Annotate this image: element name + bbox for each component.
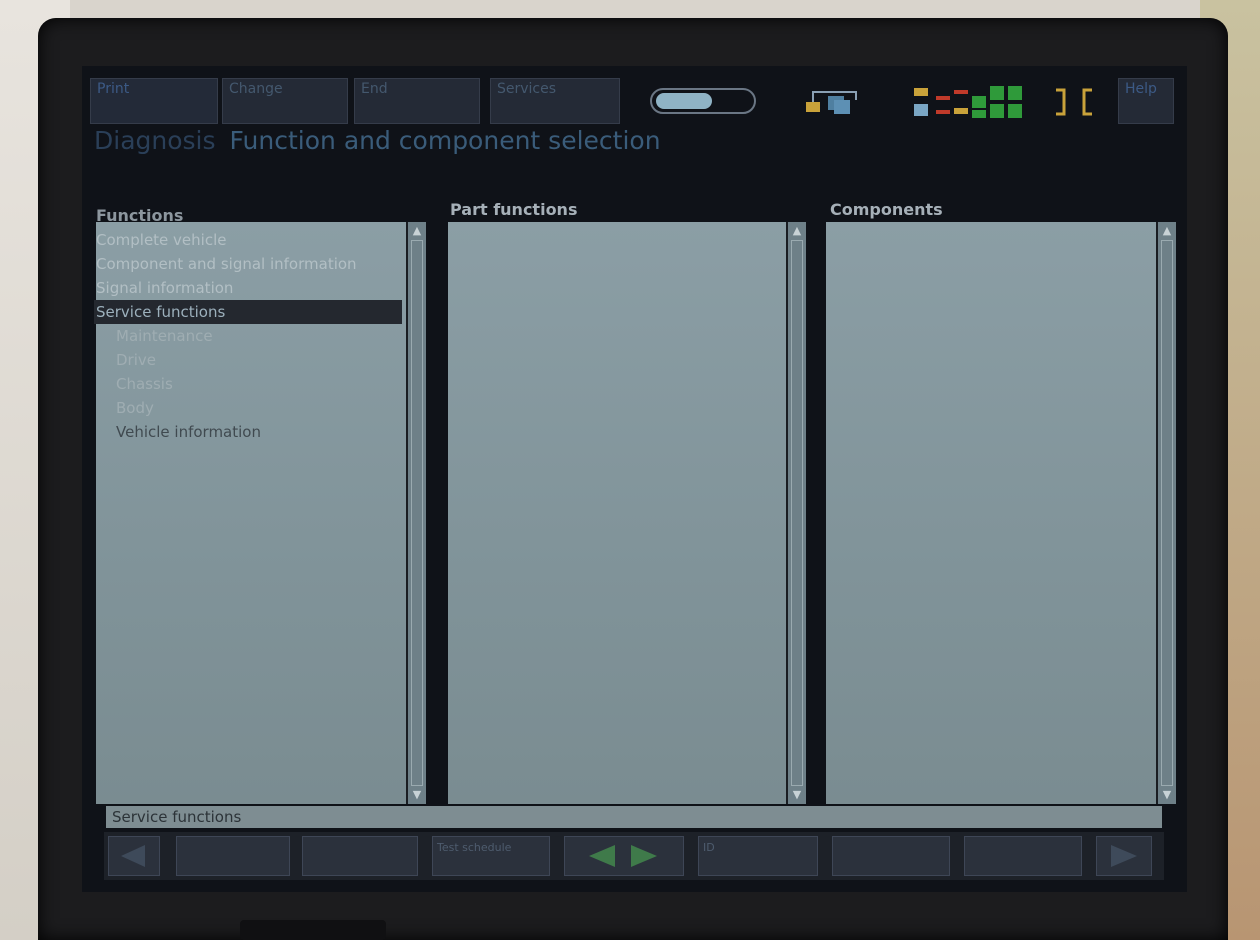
list-item[interactable]: Body [94, 396, 402, 420]
id-button[interactable]: ID [698, 836, 818, 876]
components-header: Components [830, 200, 943, 219]
section-label: Diagnosis [94, 126, 216, 155]
scroll-track[interactable] [411, 240, 423, 786]
scroll-up-icon[interactable]: ▲ [790, 224, 804, 238]
network-icon[interactable] [804, 86, 868, 118]
bottom-button-2[interactable] [302, 836, 418, 876]
arrow-left-icon[interactable] [108, 836, 160, 876]
scroll-down-icon[interactable]: ▼ [1160, 788, 1174, 802]
toggle-switch-icon[interactable] [650, 88, 756, 114]
arrow-right-icon[interactable] [1096, 836, 1152, 876]
scroll-track[interactable] [1161, 240, 1173, 786]
list-item[interactable]: Component and signal information [94, 252, 402, 276]
status-indicator-icon [914, 86, 1022, 118]
page-title: Diagnosis Function and component selectio… [94, 126, 661, 155]
components-scrollbar[interactable]: ▲ ▼ [1156, 222, 1176, 804]
services-button[interactable]: Services [490, 78, 620, 124]
list-item-selected[interactable]: Service functions [94, 300, 402, 324]
test-schedule-button[interactable]: Test schedule [432, 836, 550, 876]
scroll-up-icon[interactable]: ▲ [410, 224, 424, 238]
list-item[interactable]: Maintenance [94, 324, 402, 348]
list-item[interactable]: Drive [94, 348, 402, 372]
part-functions-header: Part functions [450, 200, 578, 219]
status-bar: Service functions [106, 806, 1162, 828]
bottom-button-5[interactable] [832, 836, 950, 876]
top-toolbar: Print Change End Services Help [90, 72, 1180, 124]
list-item[interactable]: Signal information [94, 276, 402, 300]
scroll-down-icon[interactable]: ▼ [790, 788, 804, 802]
arrow-pair-icon [589, 845, 657, 867]
laptop-screen: Print Change End Services Help Diagnosis… [82, 66, 1187, 892]
list-item[interactable]: Complete vehicle [94, 228, 402, 252]
toggle-knob [656, 93, 712, 109]
scroll-down-icon[interactable]: ▼ [410, 788, 424, 802]
bottom-button-1[interactable] [176, 836, 290, 876]
part-functions-scrollbar[interactable]: ▲ ▼ [786, 222, 806, 804]
help-button[interactable]: Help [1118, 78, 1174, 124]
list-item[interactable]: Chassis [94, 372, 402, 396]
keyboard-edge [240, 920, 386, 940]
print-button[interactable]: Print [90, 78, 218, 124]
bottom-button-6[interactable] [964, 836, 1082, 876]
functions-list: Complete vehicle Component and signal in… [94, 228, 402, 444]
list-item[interactable]: Vehicle information [94, 420, 402, 444]
scroll-track[interactable] [791, 240, 803, 786]
navigate-arrows[interactable] [564, 836, 684, 876]
change-button[interactable]: Change [222, 78, 348, 124]
title-label: Function and component selection [229, 126, 661, 155]
bottom-toolbar: Test schedule ID [104, 832, 1164, 880]
components-panel [826, 222, 1156, 804]
functions-scrollbar[interactable]: ▲ ▼ [406, 222, 426, 804]
scroll-up-icon[interactable]: ▲ [1160, 224, 1174, 238]
part-functions-panel [448, 222, 786, 804]
end-button[interactable]: End [354, 78, 480, 124]
bracket-icon [1056, 88, 1092, 116]
